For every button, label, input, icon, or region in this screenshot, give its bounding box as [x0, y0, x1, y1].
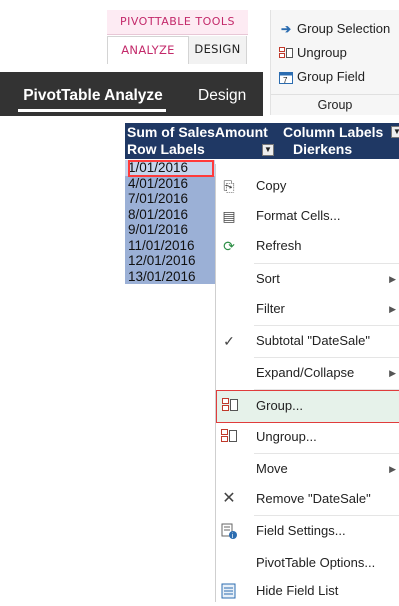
- submenu-arrow-icon: ▶: [389, 368, 396, 378]
- remove-label: Remove "DateSale": [256, 491, 371, 506]
- menu-item-format-cells[interactable]: ▤ Format Cells...: [216, 201, 399, 231]
- ungroup-icon: [279, 47, 293, 59]
- menu-item-refresh[interactable]: ⟳ Refresh: [216, 231, 399, 261]
- group-ribbon-panel: ➔ Group Selection Ungroup 7 Group Field …: [270, 10, 399, 115]
- group-field-label: Group Field: [297, 69, 365, 84]
- menu-item-expand-collapse[interactable]: Expand/Collapse ▶: [216, 358, 399, 388]
- selected-cell-highlight: [128, 160, 214, 177]
- menu-item-subtotal[interactable]: ✓ Subtotal "DateSale": [216, 326, 399, 356]
- calendar-icon: 7: [279, 71, 293, 85]
- menu-item-move[interactable]: Move ▶: [216, 454, 399, 484]
- row-labels-header: Row Labels: [127, 141, 205, 157]
- field-list-icon: [221, 583, 237, 599]
- menu-item-remove[interactable]: ✕ Remove "DateSale": [216, 484, 399, 514]
- group-field-button[interactable]: 7 Group Field: [279, 67, 365, 87]
- pivot-row-label[interactable]: 4/01/2016: [125, 175, 215, 191]
- tab-design[interactable]: DESIGN: [189, 36, 247, 64]
- pivot-row-label[interactable]: 8/01/2016: [125, 206, 215, 222]
- menu-item-copy[interactable]: ⎘ Copy: [216, 171, 399, 201]
- checkmark-icon: ✓: [223, 333, 235, 349]
- pivottable-tools-header: PIVOTTABLE TOOLS: [107, 10, 248, 35]
- group-icon: [222, 398, 238, 414]
- group-selection-label: Group Selection: [297, 21, 391, 36]
- format-cells-icon: ▤: [222, 208, 236, 224]
- column-labels-header: Column Labels: [283, 124, 384, 140]
- menu-item-pivottable-options[interactable]: PivotTable Options...: [216, 548, 399, 578]
- expand-collapse-label: Expand/Collapse: [256, 365, 355, 380]
- field-settings-label: Field Settings...: [256, 523, 346, 538]
- context-menu: ⎘ Copy ▤ Format Cells... ⟳ Refresh Sort …: [215, 164, 399, 602]
- pivottable-options-label: PivotTable Options...: [256, 555, 376, 570]
- pivot-row-label[interactable]: 7/01/2016: [125, 191, 215, 207]
- filter-label: Filter: [256, 301, 285, 316]
- sum-of-sales-label: Sum of SalesAmount: [127, 124, 268, 140]
- subtotal-label: Subtotal "DateSale": [256, 333, 371, 348]
- menu-item-sort[interactable]: Sort ▶: [216, 264, 399, 294]
- pivot-row-label[interactable]: 12/01/2016: [125, 253, 215, 269]
- pivot-row-label[interactable]: 11/01/2016: [125, 237, 215, 253]
- format-cells-label: Format Cells...: [256, 208, 341, 223]
- ungroup-icon: [221, 429, 237, 445]
- refresh-icon: ⟳: [223, 238, 235, 254]
- ungroup-button[interactable]: Ungroup: [279, 43, 347, 63]
- field-settings-icon: i: [221, 523, 237, 540]
- tab-analyze[interactable]: ANALYZE: [107, 36, 189, 64]
- copy-label: Copy: [256, 178, 287, 193]
- submenu-arrow-icon: ▶: [389, 304, 396, 314]
- column-filter-dropdown-icon[interactable]: ▼: [391, 126, 399, 138]
- group-selection-button[interactable]: ➔ Group Selection: [279, 19, 390, 39]
- pivot-header: Sum of SalesAmount Column Labels Row Lab…: [125, 123, 399, 159]
- tab-design-dark[interactable]: Design: [198, 82, 258, 112]
- tab-pivottable-analyze[interactable]: PivotTable Analyze: [0, 82, 186, 112]
- ungroup-label: Ungroup: [297, 45, 347, 60]
- submenu-arrow-icon: ▶: [389, 464, 396, 474]
- dark-ribbon-bar: PivotTable Analyze Design: [0, 72, 263, 116]
- pivot-row-label[interactable]: 13/01/2016: [125, 268, 215, 284]
- submenu-arrow-icon: ▶: [389, 274, 396, 284]
- menu-item-group[interactable]: Group...: [216, 390, 399, 423]
- move-label: Move: [256, 461, 288, 476]
- refresh-label: Refresh: [256, 238, 302, 253]
- sort-label: Sort: [256, 271, 280, 286]
- group-section-label: Group: [271, 94, 399, 115]
- group-label: Group...: [256, 398, 303, 413]
- close-icon: ✕: [222, 490, 236, 507]
- menu-item-ungroup[interactable]: Ungroup...: [216, 422, 399, 452]
- column-value-dierkens: Dierkens: [293, 141, 353, 157]
- arrow-right-icon: ➔: [280, 22, 292, 36]
- svg-text:7: 7: [283, 76, 288, 84]
- menu-item-field-settings[interactable]: i Field Settings...: [216, 516, 399, 546]
- pivot-row-label[interactable]: 9/01/2016: [125, 222, 215, 238]
- row-filter-dropdown-icon[interactable]: ▼: [262, 144, 274, 156]
- menu-item-filter[interactable]: Filter ▶: [216, 294, 399, 324]
- ungroup-label: Ungroup...: [256, 429, 317, 444]
- copy-icon: ⎘: [223, 178, 235, 194]
